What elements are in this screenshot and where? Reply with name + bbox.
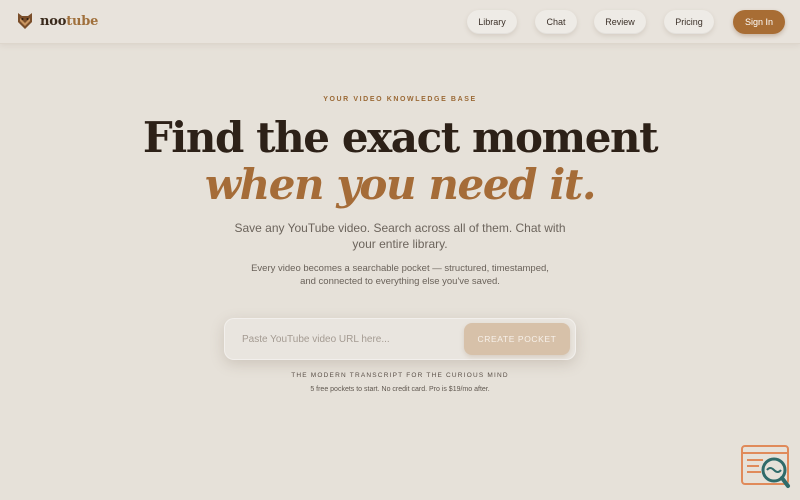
sign-in-button[interactable]: Sign In bbox=[733, 10, 785, 34]
tagline: THE MODERN TRANSCRIPT FOR THE CURIOUS MI… bbox=[291, 372, 509, 379]
hero-eyebrow: YOUR VIDEO KNOWLEDGE BASE bbox=[323, 96, 477, 103]
hero-description: Every video becomes a searchable pocket … bbox=[251, 263, 549, 287]
url-form: CREATE POCKET bbox=[224, 318, 576, 360]
nav-chat-button[interactable]: Chat bbox=[535, 10, 577, 34]
youtube-url-input[interactable] bbox=[232, 324, 460, 354]
main-nav: Library Chat Review Pricing bbox=[0, 10, 800, 34]
search-transcript-widget[interactable] bbox=[741, 444, 791, 490]
hero-subtitle: Save any YouTube video. Search across al… bbox=[234, 221, 566, 251]
nav-review-button[interactable]: Review bbox=[594, 10, 646, 34]
create-pocket-button[interactable]: CREATE POCKET bbox=[464, 323, 570, 355]
pricing-fineprint: 5 free pockets to start. No credit card.… bbox=[310, 386, 490, 393]
nav-library-button[interactable]: Library bbox=[467, 10, 517, 34]
nav-pricing-button[interactable]: Pricing bbox=[664, 10, 714, 34]
hero-title-accent: when you need it. bbox=[204, 160, 597, 209]
search-transcript-icon bbox=[741, 445, 790, 488]
top-nav-bar: nootube Library Chat Review Pricing Sign… bbox=[0, 0, 800, 44]
hero-title: Find the exact moment bbox=[142, 113, 659, 162]
